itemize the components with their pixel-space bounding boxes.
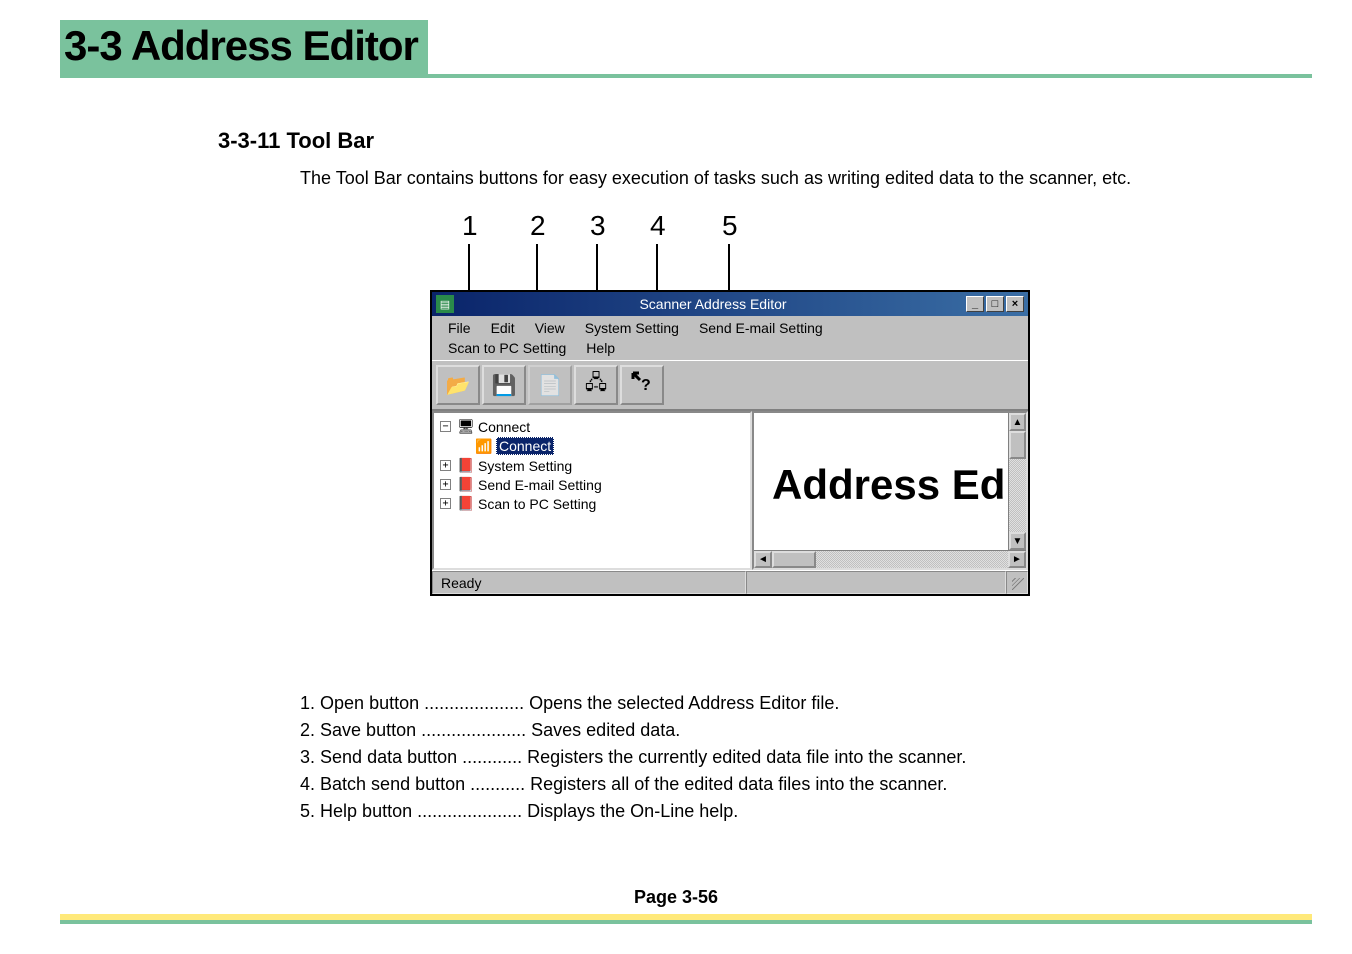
send-data-icon: 📄 (538, 373, 563, 398)
legend-item: 4. Batch send button ........... Registe… (300, 771, 966, 798)
menu-scan-to-pc-setting[interactable]: Scan to PC Setting (438, 338, 576, 358)
menu-send-email-setting[interactable]: Send E-mail Setting (689, 318, 833, 338)
section-header: 3-3 Address Editor (60, 20, 1312, 78)
window-title: Scanner Address Editor (460, 296, 966, 312)
help-button[interactable]: ? (620, 365, 664, 405)
section-title: 3-3 Address Editor (60, 20, 428, 76)
help-icon: ? (630, 370, 654, 400)
resize-grip[interactable] (1006, 571, 1028, 594)
tree-item-label: Send E-mail Setting (478, 477, 602, 493)
tree-view[interactable]: − 🖥 Connect 📶 Connect + 📕 System Setting… (432, 411, 752, 570)
folder-icon: 📕 (458, 495, 474, 512)
app-icon: ▤ (436, 295, 454, 313)
tree-item-scan-to-pc-setting[interactable]: + 📕 Scan to PC Setting (440, 494, 744, 513)
connect-icon: 📶 (476, 438, 492, 455)
legend-item: 2. Save button ..................... Sav… (300, 717, 966, 744)
folder-icon: 📕 (458, 457, 474, 474)
legend-item: 3. Send data button ............ Registe… (300, 744, 966, 771)
tree-root-label: Connect (478, 419, 530, 435)
intro-text: The Tool Bar contains buttons for easy e… (300, 168, 1131, 189)
scroll-left-icon[interactable]: ◄ (754, 551, 772, 568)
client-area: − 🖥 Connect 📶 Connect + 📕 System Setting… (432, 410, 1028, 570)
tree-item-label: Scan to PC Setting (478, 496, 596, 512)
status-text: Ready (432, 571, 746, 594)
save-button[interactable]: 💾 (482, 365, 526, 405)
page-number: Page 3-56 (0, 887, 1352, 908)
address-editor-window: ▤ Scanner Address Editor _ □ × File Edit… (430, 290, 1030, 596)
batch-send-icon: 🖧 (585, 368, 607, 402)
legend-item: 5. Help button ..................... Dis… (300, 798, 966, 825)
tool-bar: 📂 💾 📄 🖧 ? (432, 360, 1028, 410)
scroll-right-icon[interactable]: ► (1008, 551, 1026, 568)
expand-icon[interactable]: + (440, 498, 451, 509)
callout-4: 4 (650, 210, 666, 242)
status-bar: Ready (432, 570, 1028, 594)
batch-send-button[interactable]: 🖧 (574, 365, 618, 405)
callout-3: 3 (590, 210, 606, 242)
menu-bar: File Edit View System Setting Send E-mai… (432, 316, 1028, 360)
maximize-button[interactable]: □ (986, 296, 1004, 312)
scanner-icon: 🖥 (458, 418, 474, 435)
status-cell (746, 571, 1006, 594)
tree-item-send-email-setting[interactable]: + 📕 Send E-mail Setting (440, 475, 744, 494)
vertical-scrollbar[interactable]: ▲ ▼ (1008, 413, 1026, 550)
tree-root[interactable]: − 🖥 Connect (440, 417, 744, 436)
tree-item-connect[interactable]: 📶 Connect (440, 436, 744, 456)
menu-file[interactable]: File (438, 318, 481, 338)
tree-item-label: Connect (496, 437, 554, 455)
minimize-button[interactable]: _ (966, 296, 984, 312)
scroll-track[interactable] (772, 551, 1008, 568)
callout-1: 1 (462, 210, 478, 242)
tree-item-label: System Setting (478, 458, 572, 474)
toolbar-legend: 1. Open button .................... Open… (300, 690, 966, 825)
legend-item: 1. Open button .................... Open… (300, 690, 966, 717)
footer-bar (60, 914, 1312, 924)
expand-icon[interactable]: + (440, 460, 451, 471)
scroll-thumb[interactable] (1009, 431, 1026, 459)
save-icon: 💾 (492, 373, 517, 398)
tree-item-system-setting[interactable]: + 📕 System Setting (440, 456, 744, 475)
subsection-title: 3-3-11 Tool Bar (218, 128, 374, 154)
horizontal-scrollbar[interactable]: ◄ ► (754, 550, 1026, 568)
collapse-icon[interactable]: − (440, 421, 451, 432)
send-data-button[interactable]: 📄 (528, 365, 572, 405)
content-pane: Address Ed ▲ ▼ ◄ ► (752, 411, 1028, 570)
svg-text:?: ? (641, 377, 651, 394)
folder-icon: 📕 (458, 476, 474, 493)
content-heading: Address Ed (772, 461, 1005, 509)
menu-view[interactable]: View (525, 318, 575, 338)
callout-5: 5 (722, 210, 738, 242)
menu-edit[interactable]: Edit (481, 318, 525, 338)
expand-icon[interactable]: + (440, 479, 451, 490)
scroll-thumb[interactable] (772, 551, 816, 568)
scroll-down-icon[interactable]: ▼ (1009, 532, 1026, 550)
scroll-up-icon[interactable]: ▲ (1009, 413, 1026, 431)
callout-2: 2 (530, 210, 546, 242)
menu-help[interactable]: Help (576, 338, 625, 358)
menu-system-setting[interactable]: System Setting (575, 318, 689, 338)
open-icon: 📂 (446, 373, 471, 398)
title-bar[interactable]: ▤ Scanner Address Editor _ □ × (432, 292, 1028, 316)
close-button[interactable]: × (1006, 296, 1024, 312)
open-button[interactable]: 📂 (436, 365, 480, 405)
